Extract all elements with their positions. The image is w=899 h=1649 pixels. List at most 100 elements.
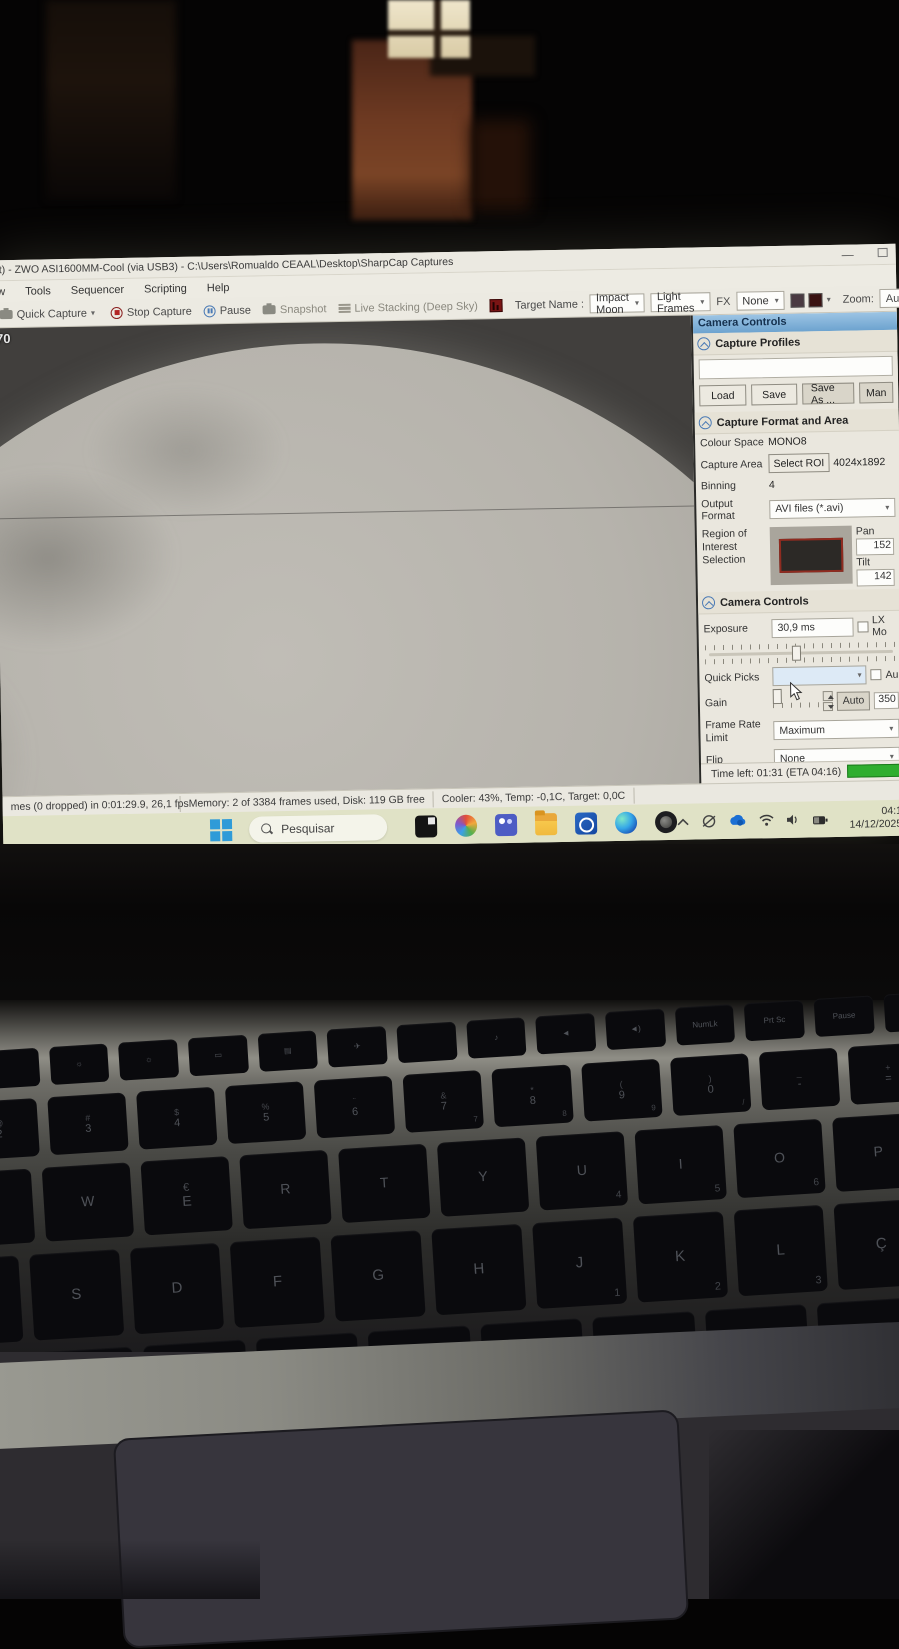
exposure-input[interactable]: 30,9 ms — [771, 617, 853, 637]
keyboard-key[interactable]: O6 — [733, 1119, 825, 1198]
keyboard-key[interactable]: U4 — [536, 1131, 628, 1210]
notification-off-icon[interactable] — [701, 814, 717, 828]
keyboard-key[interactable]: %5 — [225, 1081, 307, 1144]
keyboard-key[interactable]: &77 — [403, 1070, 485, 1133]
keyboard-key[interactable]: ▤ — [257, 1030, 318, 1072]
copilot-icon[interactable] — [455, 815, 477, 837]
roi-rectangle[interactable] — [779, 538, 844, 573]
keyboard-key[interactable]: D — [130, 1243, 225, 1334]
keyboard-key[interactable]: G — [331, 1230, 426, 1321]
keyboard-key[interactable]: I5 — [634, 1125, 726, 1204]
tray-chevron-icon[interactable] — [677, 818, 689, 826]
keyboard-key[interactable] — [0, 1048, 40, 1090]
keyboard-key[interactable]: K2 — [633, 1211, 728, 1302]
keyboard-key[interactable]: Q — [0, 1169, 35, 1248]
collapse-icon[interactable] — [699, 416, 712, 429]
taskbar-clock[interactable]: 04:1 14/12/2025 — [840, 805, 899, 832]
zoom-combo[interactable]: Auto — [880, 288, 899, 308]
fx-combo[interactable]: None ▾ — [736, 291, 785, 311]
display-stretch-swatches[interactable]: ▾ — [785, 292, 837, 307]
keyboard-key[interactable]: Pause — [814, 995, 875, 1037]
capture-viewport[interactable]: 70 — [0, 316, 699, 797]
colour-space-value[interactable]: MONO8 — [768, 435, 807, 448]
keyboard-key[interactable]: ☼ — [49, 1043, 110, 1085]
keyboard-key[interactable]: ♪ — [466, 1017, 527, 1059]
keyboard-key[interactable]: P* — [832, 1113, 899, 1192]
touchpad[interactable] — [113, 1409, 689, 1648]
target-name-combo[interactable]: Impact Moon ▾ — [590, 293, 645, 313]
capture-area-value[interactable]: 4024x1892 — [833, 456, 885, 469]
keyboard-key[interactable]: $4 — [136, 1087, 218, 1150]
keyboard-key[interactable]: F — [230, 1236, 325, 1327]
tilt-input[interactable]: 142 — [856, 569, 894, 587]
keyboard-key[interactable]: ◄ — [535, 1013, 596, 1055]
teams-icon[interactable] — [495, 814, 517, 836]
output-format-combo[interactable]: AVI files (*.avi) ▾ — [769, 497, 895, 518]
roi-preview[interactable] — [770, 526, 853, 585]
keyboard-key[interactable]: T — [338, 1144, 430, 1223]
keyboard-key[interactable]: L3 — [733, 1205, 828, 1296]
keyboard-key[interactable]: )0/ — [670, 1053, 752, 1116]
edge-icon[interactable] — [615, 812, 637, 834]
load-button[interactable]: Load — [699, 385, 747, 407]
keyboard-key[interactable]: Y — [437, 1137, 529, 1216]
keyboard-key[interactable]: Prt Sc — [744, 1000, 805, 1042]
pause-button[interactable]: Pause — [198, 304, 257, 317]
live-stacking-button[interactable]: Live Stacking (Deep Sky) — [332, 300, 484, 315]
taskbar-app-icon[interactable] — [415, 815, 437, 837]
frame-type-combo[interactable]: Light Frames ▾ — [651, 292, 711, 312]
wifi-icon[interactable] — [759, 814, 774, 826]
select-roi-button[interactable]: Select ROI — [768, 453, 829, 473]
capture-profiles-header[interactable]: Capture Profiles — [693, 330, 897, 356]
save-button[interactable]: Save — [751, 384, 797, 406]
gain-spinner[interactable] — [823, 691, 833, 711]
gain-slider-thumb[interactable] — [773, 689, 782, 704]
stop-capture-button[interactable]: Stop Capture — [105, 305, 198, 319]
keyboard-key[interactable]: S — [29, 1249, 124, 1340]
exposure-slider[interactable] — [709, 650, 893, 656]
minimize-button[interactable]: — — [842, 248, 854, 262]
keyboard-key[interactable]: Delete — [883, 991, 899, 1033]
keyboard-key[interactable]: (99 — [581, 1059, 663, 1122]
keyboard-key[interactable] — [396, 1022, 457, 1064]
keyboard-key[interactable]: *88 — [492, 1064, 574, 1127]
keyboard-key[interactable]: Ç — [834, 1199, 899, 1290]
keyboard-key[interactable]: ✈ — [327, 1026, 388, 1068]
keyboard-key[interactable]: W — [42, 1162, 134, 1241]
frame-rate-combo[interactable]: Maximum ▾ — [773, 719, 899, 740]
profile-name-input[interactable] — [699, 356, 893, 380]
menu-tools[interactable]: Tools — [25, 285, 51, 297]
keyboard-key[interactable]: R — [239, 1150, 331, 1229]
quick-capture-button[interactable]: Quick Capture ▾ — [0, 307, 101, 321]
keyboard-key[interactable]: NumLk — [675, 1004, 736, 1046]
binning-value[interactable]: 4 — [769, 479, 775, 491]
keyboard-key[interactable]: @2 — [0, 1098, 40, 1161]
onedrive-icon[interactable] — [729, 815, 747, 827]
snapshot-button[interactable]: Snapshot — [257, 303, 333, 316]
pan-input[interactable]: 152 — [856, 538, 894, 556]
menu-scripting[interactable]: Scripting — [144, 282, 187, 295]
keyboard-key[interactable]: A — [0, 1255, 23, 1346]
keyboard-key[interactable]: += — [847, 1042, 899, 1105]
keyboard-key[interactable]: ◄) — [605, 1008, 666, 1050]
save-as-button[interactable]: Save As ... — [802, 383, 855, 405]
exposure-slider-thumb[interactable] — [792, 646, 801, 661]
menu-help[interactable]: Help — [207, 281, 230, 293]
start-button[interactable] — [209, 818, 233, 842]
keyboard-key[interactable]: ☼ — [118, 1039, 179, 1081]
lx-mode-checkbox[interactable] — [857, 621, 868, 632]
manage-button[interactable]: Man — [859, 382, 893, 404]
volume-icon[interactable] — [786, 814, 800, 826]
gain-auto-button[interactable]: Auto — [837, 691, 871, 711]
taskbar-search[interactable]: Pesquisar — [249, 814, 387, 843]
file-explorer-icon[interactable] — [535, 813, 557, 835]
sharpcap-app-icon[interactable] — [655, 811, 677, 833]
keyboard-key[interactable]: H — [431, 1224, 526, 1315]
keyboard-key[interactable]: J1 — [532, 1218, 627, 1309]
keyboard-key[interactable]: _- — [759, 1048, 841, 1111]
quick-picks-combo[interactable]: ▾ — [772, 665, 866, 686]
keyboard-key[interactable]: €E — [140, 1156, 232, 1235]
keyboard-key[interactable]: ¨6 — [314, 1076, 396, 1139]
battery-icon[interactable] — [812, 814, 828, 825]
menu-sequencer[interactable]: Sequencer — [71, 283, 124, 296]
